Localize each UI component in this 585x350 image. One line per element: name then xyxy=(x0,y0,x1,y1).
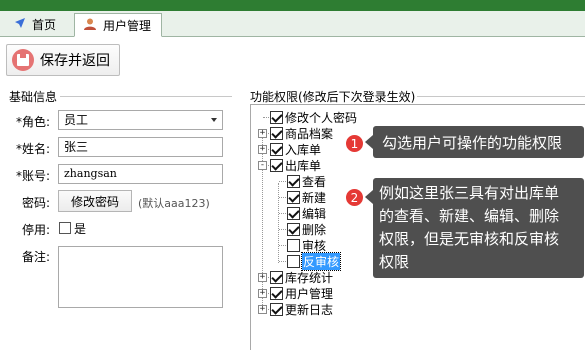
expand-icon[interactable]: + xyxy=(258,273,267,282)
tab-user-management[interactable]: 用户管理 xyxy=(74,13,162,37)
tree-node[interactable]: 用户管理 xyxy=(270,285,333,301)
save-and-return-label: 保存并返回 xyxy=(40,53,110,69)
account-label: *账号: xyxy=(15,169,50,183)
tree-node[interactable]: 商品档案 xyxy=(270,125,333,141)
tree-node[interactable]: 审核 xyxy=(287,237,326,253)
permissions-divider xyxy=(417,96,585,97)
collapse-icon[interactable]: - xyxy=(258,161,267,170)
callout-2: 例如这里张三具有对出库单 的查看、新建、编辑、删除 权限，但是无审核和反审核 权… xyxy=(365,178,584,278)
tree-node-label: 查看 xyxy=(302,174,327,189)
callout-badge-2: 2 xyxy=(345,188,364,207)
password-label: 密码: xyxy=(21,196,50,210)
basic-info-title: 基础信息 xyxy=(9,90,58,104)
expand-icon[interactable]: + xyxy=(258,305,267,314)
change-password-button[interactable]: 修改密码 xyxy=(58,190,132,212)
expand-icon[interactable]: + xyxy=(258,129,267,138)
save-and-return-button[interactable]: 保存并返回 xyxy=(6,44,120,76)
tab-home-label: 首页 xyxy=(32,17,57,32)
tree-node-label: 商品档案 xyxy=(285,126,334,141)
tree-node[interactable]: 删除 xyxy=(287,221,326,237)
checked-checkbox[interactable] xyxy=(270,286,283,300)
role-label: *角色: xyxy=(15,115,50,129)
tree-node-label: 反审核 xyxy=(300,251,342,271)
callout-badge-1: 1 xyxy=(345,134,364,153)
tree-connector xyxy=(279,213,286,214)
tree-node-label: 入库单 xyxy=(285,142,322,157)
checked-checkbox[interactable] xyxy=(287,190,300,204)
tree-node[interactable]: 出库单 xyxy=(270,157,321,173)
tree-node[interactable]: 修改个人密码 xyxy=(270,109,357,125)
name-field[interactable]: 张三 xyxy=(58,137,223,157)
tree-guide-line-child xyxy=(278,183,279,263)
basic-info-divider xyxy=(60,96,232,97)
tree-connector xyxy=(279,229,286,230)
checked-checkbox[interactable] xyxy=(270,126,283,140)
tree-connector xyxy=(279,261,286,262)
tree-node[interactable]: 库存统计 xyxy=(270,269,333,285)
checked-checkbox[interactable] xyxy=(270,110,283,124)
unchecked-checkbox[interactable] xyxy=(287,238,300,252)
checked-checkbox[interactable] xyxy=(270,142,283,156)
tree-node-label: 删除 xyxy=(302,222,327,237)
checked-checkbox[interactable] xyxy=(270,158,283,172)
remark-textarea[interactable] xyxy=(58,246,223,308)
toolbar: 保存并返回 xyxy=(0,37,585,83)
app-top-bar xyxy=(0,0,585,11)
disabled-option-label: 是 xyxy=(74,222,87,236)
callout-2-line: 权限，但是无审核和反审核 xyxy=(379,230,560,248)
user-icon xyxy=(83,17,97,34)
tree-node-label: 用户管理 xyxy=(285,286,334,301)
callout-pointer xyxy=(365,135,373,149)
tree-node-label: 新建 xyxy=(302,190,327,205)
tree-node[interactable]: 入库单 xyxy=(270,141,321,157)
tab-home[interactable]: 首页 xyxy=(6,13,70,35)
name-label: *姓名: xyxy=(15,142,50,156)
callout-1: 勾选用户可操作的功能权限 xyxy=(365,126,584,158)
expand-icon[interactable]: + xyxy=(258,145,267,154)
disabled-checkbox[interactable] xyxy=(59,222,71,234)
checked-checkbox[interactable] xyxy=(287,222,300,236)
expand-icon[interactable]: + xyxy=(258,289,267,298)
account-field[interactable]: zhangsan xyxy=(58,164,223,184)
callout-2-line: 的查看、新建、编辑、删除 xyxy=(379,207,560,225)
disabled-label: 停用: xyxy=(21,223,50,237)
checked-checkbox[interactable] xyxy=(287,206,300,220)
tree-node-label: 审核 xyxy=(302,238,327,253)
tree-connector xyxy=(263,117,269,118)
default-password-note: (默认aaa123) xyxy=(138,197,210,210)
tree-connector xyxy=(279,197,286,198)
chevron-down-icon xyxy=(211,118,217,122)
tree-node[interactable]: 更新日志 xyxy=(270,301,333,317)
callout-2-line: 权限 xyxy=(379,253,410,271)
unchecked-checkbox[interactable] xyxy=(287,254,300,268)
tree-connector xyxy=(279,245,286,246)
checked-checkbox[interactable] xyxy=(287,174,300,188)
tab-strip: 首页 用户管理 xyxy=(0,11,585,37)
tree-node-label: 修改个人密码 xyxy=(285,110,358,125)
tree-node[interactable]: 新建 xyxy=(287,189,326,205)
checked-checkbox[interactable] xyxy=(270,270,283,284)
tree-node-label: 编辑 xyxy=(302,206,327,221)
tree-connector xyxy=(279,181,286,182)
checked-checkbox[interactable] xyxy=(270,302,283,316)
tree-node[interactable]: 查看 xyxy=(287,173,326,189)
remark-label: 备注: xyxy=(21,250,50,264)
callout-pointer xyxy=(365,190,373,204)
navigation-arrow-icon xyxy=(14,17,26,32)
callout-1-text: 勾选用户可操作的功能权限 xyxy=(382,134,563,152)
permissions-title: 功能权限(修改后下次登录生效) xyxy=(250,90,416,104)
role-select[interactable]: 员工 xyxy=(58,110,223,130)
floppy-disk-icon xyxy=(12,49,34,71)
tree-node-label: 出库单 xyxy=(285,158,322,173)
tree-node-label: 更新日志 xyxy=(285,302,334,317)
tab-user-management-label: 用户管理 xyxy=(103,18,152,33)
role-value: 员工 xyxy=(64,113,89,127)
callout-2-line: 例如这里张三具有对出库单 xyxy=(379,184,560,202)
tree-node[interactable]: 编辑 xyxy=(287,205,326,221)
tree-node-label: 库存统计 xyxy=(285,270,334,285)
tree-node[interactable]: 反审核 xyxy=(287,251,342,271)
